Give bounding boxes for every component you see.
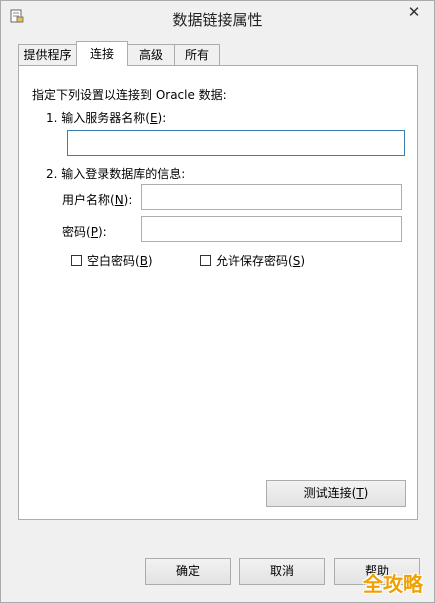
server-name-input[interactable]	[68, 131, 404, 155]
blank-password-checkbox-box[interactable]	[71, 255, 82, 266]
connection-tab-panel: 指定下列设置以连接到 Oracle 数据: 1. 输入服务器名称(E): 2. …	[18, 65, 418, 520]
tab-label: 所有	[184, 48, 209, 62]
save-password-checkbox[interactable]: 允许保存密码(S)	[200, 252, 305, 269]
server-name-field[interactable]	[67, 130, 405, 156]
blank-password-label: 空白密码(B)	[87, 254, 153, 268]
password-label: 密码(P):	[62, 225, 107, 239]
watermark-logo: 全攻略	[363, 572, 423, 596]
tab-all[interactable]: 所有	[174, 44, 220, 65]
username-label: 用户名称(N):	[62, 193, 133, 207]
tab-label: 连接	[89, 47, 114, 61]
password-input[interactable]	[142, 217, 401, 241]
save-password-checkbox-box[interactable]	[200, 255, 211, 266]
tab-advanced[interactable]: 高级	[127, 44, 175, 65]
blank-password-checkbox[interactable]: 空白密码(B)	[71, 252, 153, 269]
window-title: 数据链接属性	[172, 11, 263, 29]
ok-button[interactable]: 确定	[145, 558, 231, 585]
tab-label: 高级	[138, 48, 163, 62]
username-input[interactable]	[142, 185, 401, 209]
tab-label: 提供程序	[23, 48, 72, 62]
password-field[interactable]	[141, 216, 402, 242]
server-name-label: 1. 输入服务器名称(E):	[46, 111, 167, 125]
close-icon: ✕	[407, 3, 421, 21]
login-info-label: 2. 输入登录数据库的信息:	[46, 167, 186, 181]
close-button[interactable]: ✕	[396, 1, 432, 23]
test-connection-button[interactable]: 测试连接(T)	[266, 480, 406, 507]
intro-text: 指定下列设置以连接到 Oracle 数据:	[32, 88, 227, 102]
title-bar[interactable]: 数据链接属性 ✕	[1, 1, 434, 34]
tab-provider[interactable]: 提供程序	[18, 44, 77, 65]
save-password-label: 允许保存密码(S)	[216, 254, 305, 268]
data-link-properties-dialog: 数据链接属性 ✕ 提供程序 连接 高级 所有 指定下列设置以连接到 Oracle…	[0, 0, 435, 603]
tab-connection[interactable]: 连接	[76, 41, 128, 66]
username-field[interactable]	[141, 184, 402, 210]
cancel-button[interactable]: 取消	[239, 558, 325, 585]
